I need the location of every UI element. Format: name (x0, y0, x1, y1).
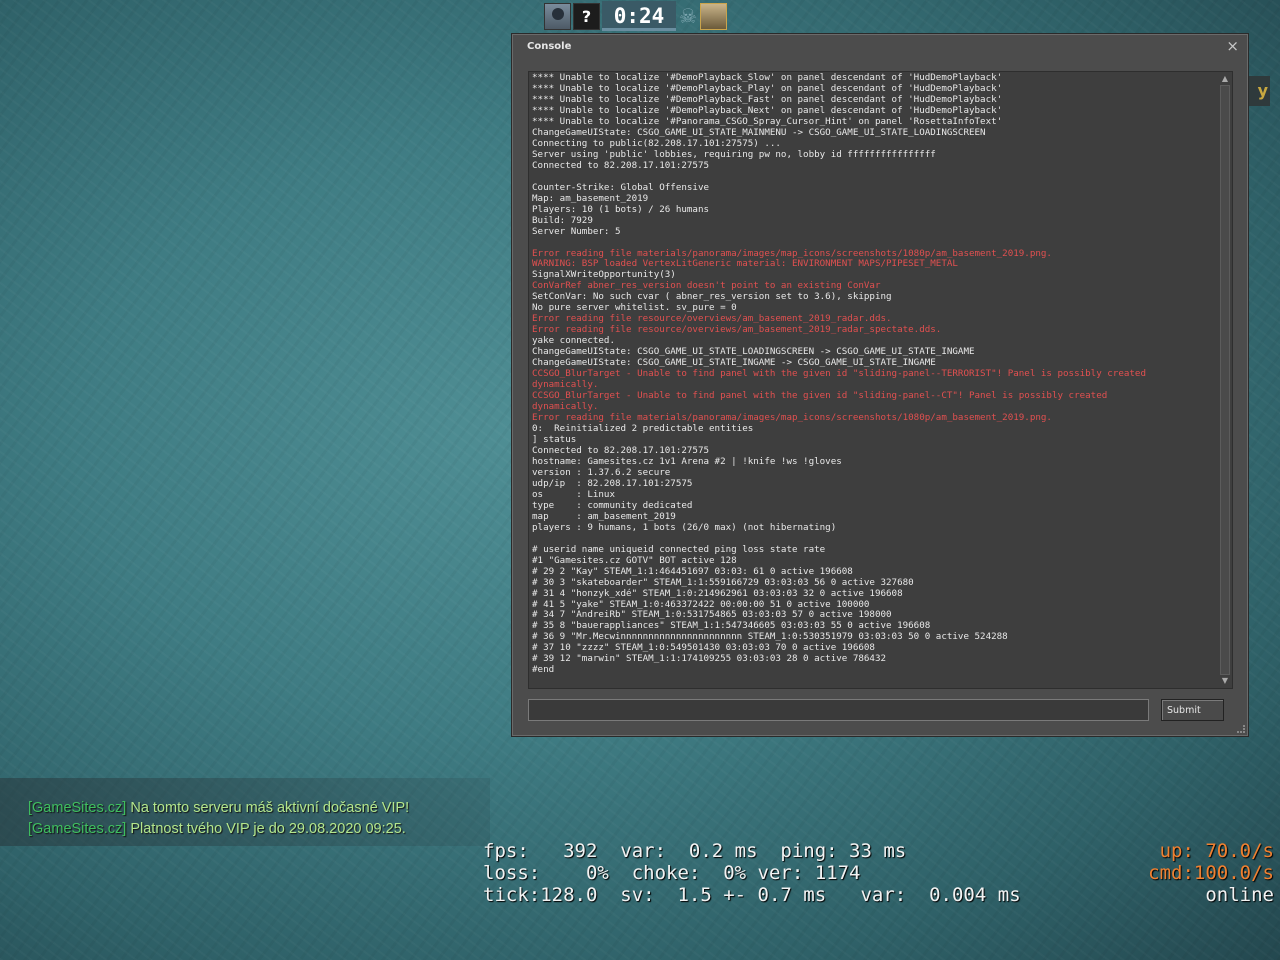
close-icon[interactable]: × (1226, 37, 1239, 55)
console-line: Counter-Strike: Global Offensive (532, 181, 710, 193)
console-error-line: WARNING: BSP loaded VertexLitGeneric mat… (532, 258, 958, 270)
console-line: # 31 4 "honzyk_xdé" STEAM_1:0:214962961 … (532, 587, 903, 599)
console-line: Connected to 82.208.17.101:27575 (532, 444, 710, 456)
console-line: SetConVar: No such cvar ( abner_res_vers… (532, 291, 892, 303)
console-line: **** Unable to localize '#Panorama_CSGO_… (532, 115, 1003, 127)
scroll-up-icon[interactable]: ▲ (1219, 73, 1231, 85)
console-line: #1 "Gamesites.cz GOTV" BOT active 128 (532, 554, 737, 566)
console-line: hostname: Gamesites.cz 1v1 Arena #2 | !k… (532, 455, 842, 467)
console-line: ] status (532, 433, 577, 445)
console-error-line: Error reading file materials/panorama/im… (532, 247, 1052, 259)
console-command-input[interactable] (528, 699, 1149, 721)
console-line: # 30 3 "skateboarder" STEAM_1:1:55916672… (532, 576, 914, 588)
console-line: Server using 'public' lobbies, requiring… (532, 148, 936, 160)
console-line: type : community dedicated (532, 499, 693, 511)
console-error-line: dynamically. (532, 379, 599, 391)
chat-server-tag: [GameSites.cz] (28, 800, 127, 816)
chat-text: Na tomto serveru máš aktivní dočasné VIP… (126, 800, 410, 816)
net-graph-rates: up: 70.0/s cmd:100.0/s online (1148, 840, 1274, 906)
player-avatar-unknown: ? (573, 2, 600, 30)
console-line: Build: 7929 (532, 214, 593, 226)
console-line: yake connected. (532, 335, 615, 347)
chat-server-tag: [GameSites.cz] (28, 821, 127, 837)
console-line: ChangeGameUIState: CSGO_GAME_UI_STATE_IN… (532, 357, 936, 369)
net-graph-row-loss: loss: 0% choke: 0% ver: 1174 (483, 862, 861, 884)
console-line: # 35 8 "bauerappliances" STEAM_1:1:54734… (532, 620, 931, 632)
console-line: # 34 7 "AndreiRb" STEAM_1:0:531754865 03… (532, 609, 892, 621)
chat-panel: [GameSites.cz] Na tomto serveru máš akti… (0, 778, 490, 846)
console-line: udp/ip : 82.208.17.101:27575 (532, 477, 693, 489)
console-line: Connecting to public(82.208.17.101:27575… (532, 137, 781, 149)
chat-message: [GameSites.cz] Platnost tvého VIP je do … (28, 821, 406, 837)
net-graph-stats: fps: 392 var: 0.2 ms ping: 33 ms loss: 0%… (483, 840, 1021, 906)
net-graph-row-tick: tick:128.0 sv: 1.5 +- 0.7 ms var: 0.004 … (483, 884, 1021, 906)
console-error-line: Error reading file resource/overviews/am… (532, 324, 942, 336)
console-line: # 29 2 "Kay" STEAM_1:1:464451697 03:03: … (532, 565, 853, 577)
round-hud: ? 0:24 ☠ (544, 0, 727, 32)
console-title: Console (527, 41, 572, 52)
console-log-lines: **** Unable to localize '#DemoPlayback_S… (529, 72, 1232, 675)
player-avatar-t (700, 2, 727, 30)
console-line: # 37 10 "zzzz" STEAM_1:0:549501430 03:03… (532, 642, 875, 654)
net-graph-row-fps: fps: 392 var: 0.2 ms ping: 33 ms (483, 840, 907, 862)
console-line: # 41 5 "yake" STEAM_1:0:463372422 00:00:… (532, 598, 870, 610)
console-line: Server Number: 5 (532, 225, 621, 237)
scroll-thumb[interactable] (1220, 85, 1230, 675)
console-line: # userid name uniqueid connected ping lo… (532, 543, 826, 555)
console-line: ChangeGameUIState: CSGO_GAME_UI_STATE_LO… (532, 346, 975, 358)
net-graph-status: online (1205, 884, 1274, 906)
console-line: No pure server whitelist. sv_pure = 0 (532, 302, 737, 314)
console-line: **** Unable to localize '#DemoPlayback_F… (532, 93, 1003, 105)
net-graph-up-rate: up: 70.0/s (1159, 840, 1274, 862)
console-line: **** Unable to localize '#DemoPlayback_S… (532, 72, 1003, 83)
console-line: **** Unable to localize '#DemoPlayback_N… (532, 104, 1003, 116)
console-error-line: Error reading file materials/panorama/im… (532, 412, 1052, 424)
scroll-down-icon[interactable]: ▼ (1219, 675, 1231, 687)
console-error-line: Error reading file resource/overviews/am… (532, 313, 892, 325)
net-graph-cmd-rate: cmd:100.0/s (1148, 862, 1274, 884)
console-line: # 39 12 "marwin" STEAM_1:1:174109255 03:… (532, 653, 887, 665)
console-scrollbar[interactable]: ▲ ▼ (1219, 73, 1231, 687)
console-line: players : 9 humans, 1 bots (26/0 max) (n… (532, 521, 837, 533)
console-window[interactable]: Console × **** Unable to localize '#Demo… (512, 34, 1248, 736)
round-timer: 0:24 (602, 1, 676, 31)
console-line: Players: 10 (1 bots) / 26 humans (532, 203, 710, 215)
console-line: **** Unable to localize '#DemoPlayback_P… (532, 82, 1003, 94)
skull-icon: ☠ (679, 4, 697, 28)
console-line: Connected to 82.208.17.101:27575 (532, 159, 710, 171)
resize-grip-icon[interactable] (1237, 725, 1245, 733)
submit-button[interactable]: Submit (1161, 699, 1224, 721)
console-error-line: ConVarRef abner_res_version doesn't poin… (532, 280, 881, 292)
console-line: SignalXWriteOpportunity(3) (532, 269, 676, 281)
console-line: Map: am_basement_2019 (532, 192, 649, 204)
console-line: os : Linux (532, 488, 615, 500)
chat-text: Platnost tvého VIP je do 29.08.2020 09:2… (126, 821, 406, 837)
console-line: map : am_basement_2019 (532, 510, 676, 522)
console-line: 0: Reinitialized 2 predictable entities (532, 423, 754, 434)
console-line: #end (532, 664, 555, 676)
console-line: ChangeGameUIState: CSGO_GAME_UI_STATE_MA… (532, 126, 986, 138)
chat-message: [GameSites.cz] Na tomto serveru máš akti… (28, 800, 409, 816)
console-line: # 36 9 "Mr.Mecwinnnnnnnnnnnnnnnnnnnnnn S… (532, 631, 1008, 643)
console-error-line: CCSGO_BlurTarget - Unable to find panel … (532, 390, 1108, 402)
console-line: version : 1.37.6.2 secure (532, 466, 671, 478)
console-error-line: CCSGO_BlurTarget - Unable to find panel … (532, 368, 1146, 380)
console-error-line: dynamically. (532, 401, 599, 413)
console-output[interactable]: **** Unable to localize '#DemoPlayback_S… (528, 71, 1233, 689)
player-avatar-ct (544, 2, 571, 30)
